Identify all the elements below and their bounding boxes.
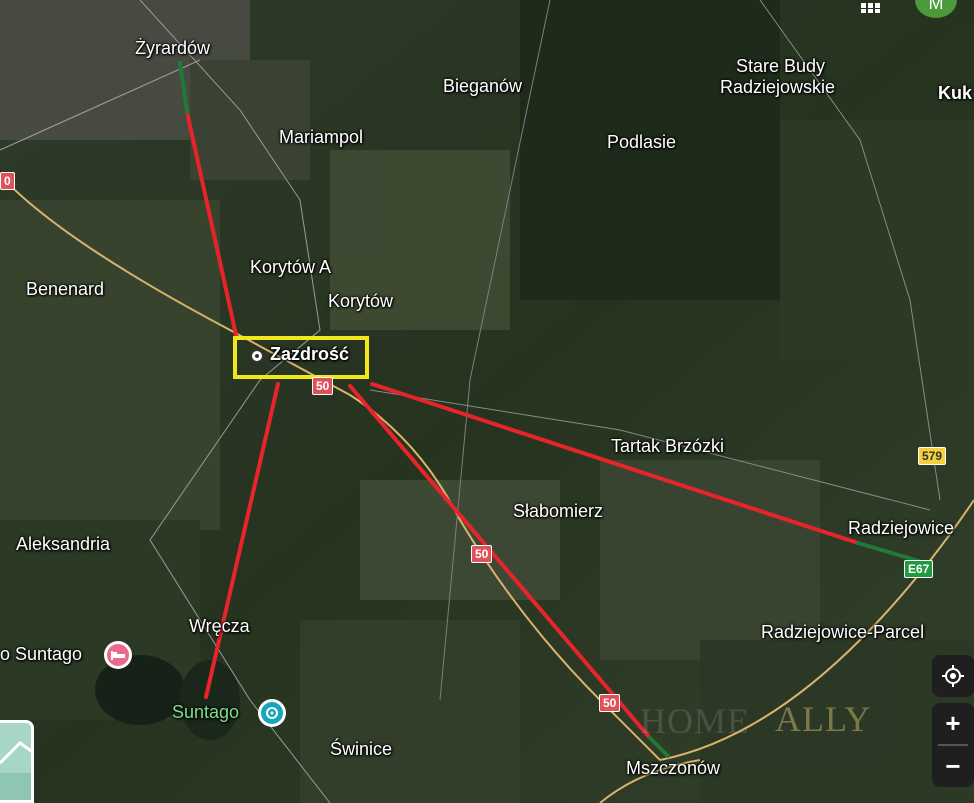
place-suntago[interactable]: Suntago bbox=[172, 702, 239, 723]
my-location-icon bbox=[942, 665, 964, 687]
road-shield-e67: E67 bbox=[904, 560, 934, 578]
place-kuk[interactable]: Kuk bbox=[938, 83, 972, 104]
place-wrecza[interactable]: Wręcza bbox=[189, 616, 250, 637]
road-shield-50-a: 50 bbox=[312, 377, 334, 395]
road-shield-50-c: 50 bbox=[599, 694, 621, 712]
place-podlasie[interactable]: Podlasie bbox=[607, 132, 676, 153]
place-zyrardow[interactable]: Żyrardów bbox=[135, 38, 210, 59]
place-korytow-a[interactable]: Korytów A bbox=[250, 257, 331, 278]
waterpark-icon[interactable] bbox=[258, 699, 286, 727]
road-shield-50-b: 50 bbox=[471, 545, 493, 563]
satellite-map[interactable] bbox=[0, 0, 974, 803]
place-suntago-hotel[interactable]: o Suntago bbox=[0, 644, 82, 665]
place-aleksandria[interactable]: Aleksandria bbox=[16, 534, 110, 555]
selected-place-label[interactable]: Zazdrość bbox=[270, 344, 349, 365]
zoom-controls: + − bbox=[932, 703, 974, 787]
place-mariampol[interactable]: Mariampol bbox=[279, 127, 363, 148]
place-swinice[interactable]: Świnice bbox=[330, 739, 392, 760]
watermark-faded: HOME bbox=[640, 701, 750, 741]
my-location-button[interactable] bbox=[932, 655, 974, 697]
road-shield-50-left: 0 bbox=[0, 172, 15, 190]
zoom-in-button[interactable]: + bbox=[932, 703, 974, 744]
bed-icon[interactable] bbox=[104, 641, 132, 669]
place-mszczonow[interactable]: Mszczonów bbox=[626, 758, 720, 779]
place-stare-budy-1[interactable]: Stare Budy bbox=[736, 56, 825, 77]
watermark: ALLY bbox=[775, 699, 872, 739]
place-benenard[interactable]: Benenard bbox=[26, 279, 104, 300]
avatar-letter: M bbox=[928, 0, 944, 13]
place-korytow[interactable]: Korytów bbox=[328, 291, 393, 312]
place-stare-budy-2[interactable]: Radziejowskie bbox=[720, 77, 835, 98]
road-shield-579: 579 bbox=[918, 447, 947, 465]
place-radziejowice-parcel[interactable]: Radziejowice-Parcel bbox=[761, 622, 924, 643]
zoom-out-button[interactable]: − bbox=[932, 746, 974, 787]
place-slabomierz[interactable]: Słabomierz bbox=[513, 501, 603, 522]
place-tartak-brzozki[interactable]: Tartak Brzózki bbox=[611, 436, 724, 457]
place-bieganow[interactable]: Bieganów bbox=[443, 76, 522, 97]
layers-thumbnail[interactable] bbox=[0, 720, 34, 803]
place-radziejowice[interactable]: Radziejowice bbox=[848, 518, 954, 539]
pin-icon[interactable] bbox=[250, 349, 264, 363]
apps-grid-icon[interactable] bbox=[858, 0, 884, 13]
